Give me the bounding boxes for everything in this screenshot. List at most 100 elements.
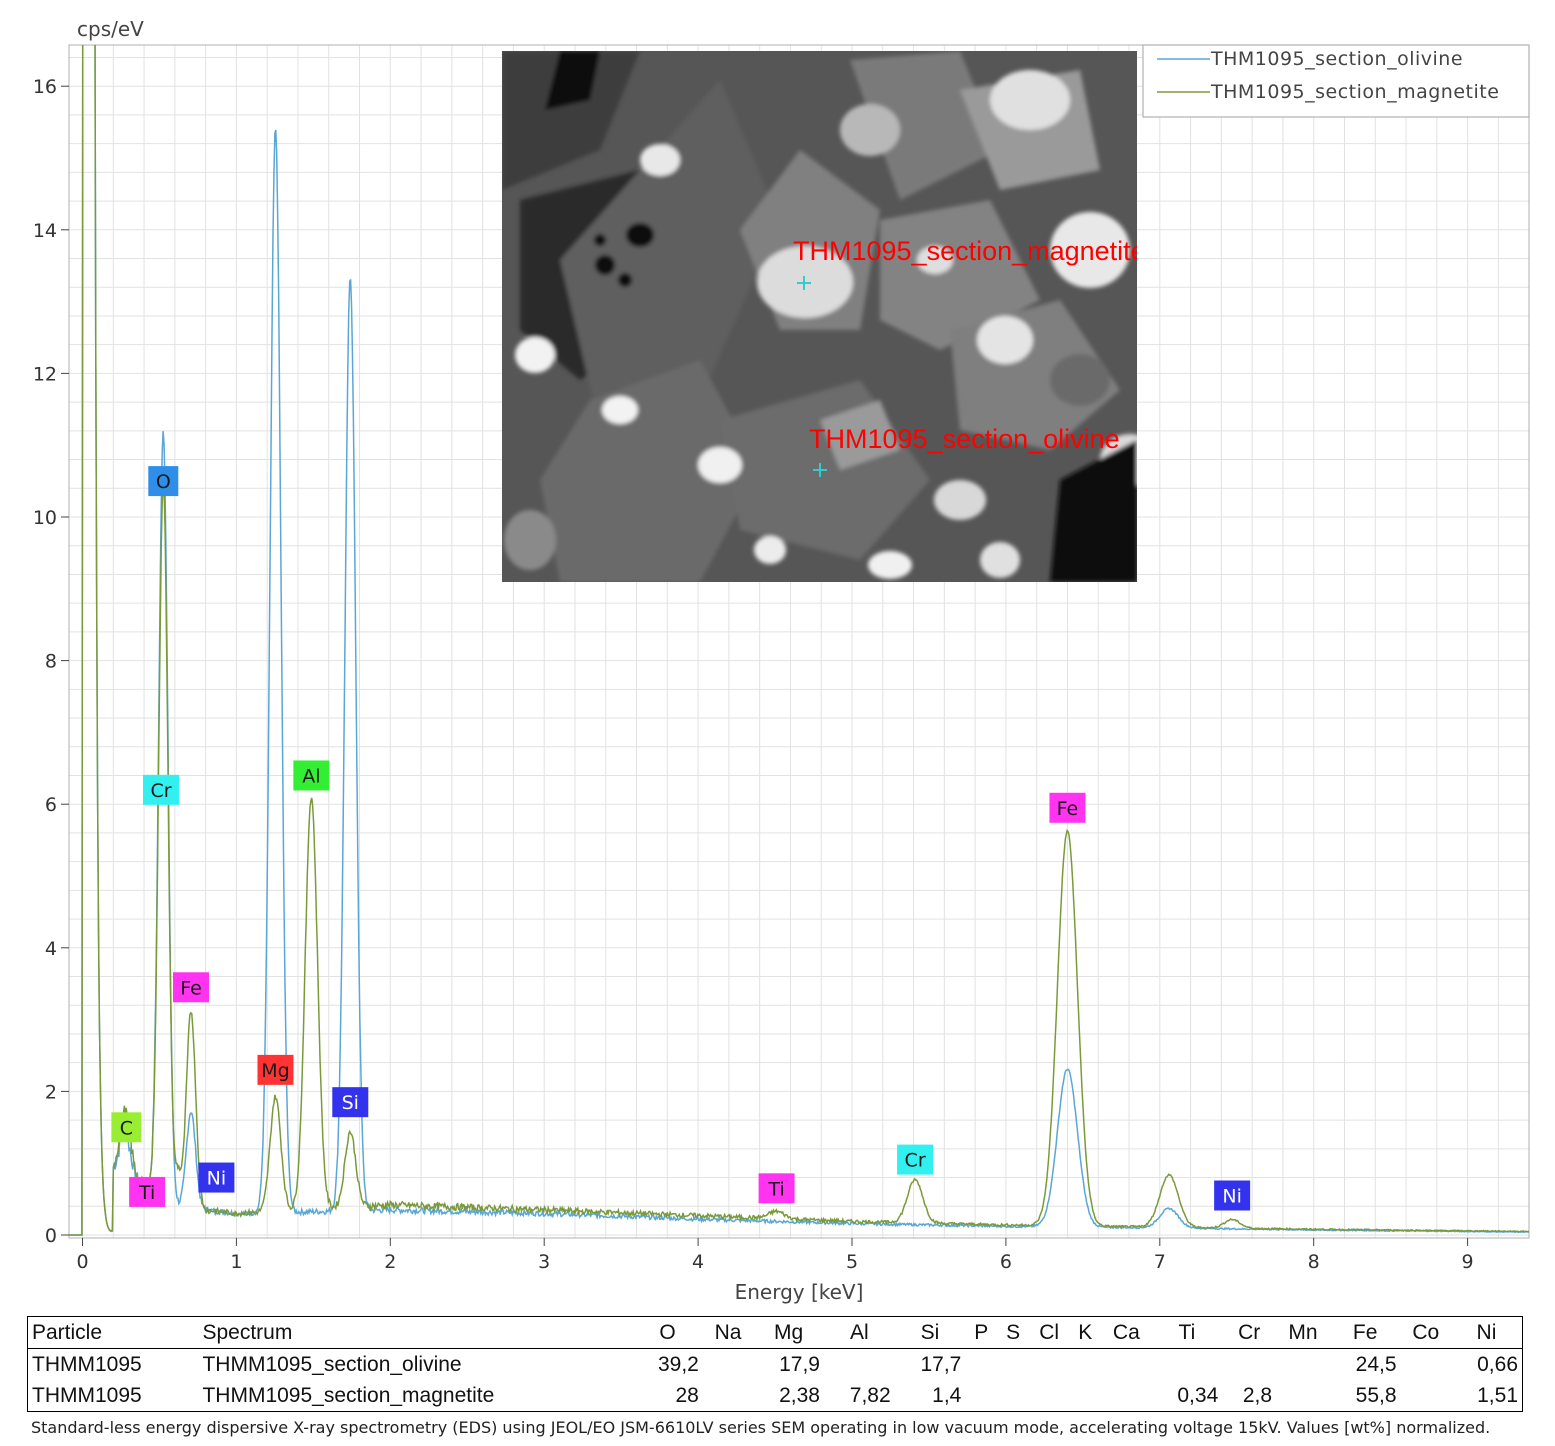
table-header-cell: Ni (1476, 1320, 1497, 1344)
composition-table: Particle Spectrum O Na Mg Al Si P S Cl K Ca Ti Cr Mn Fe… (27, 1316, 1523, 1412)
peak-label-ni: Ni (1214, 1180, 1251, 1211)
peak-label-text: Ni (207, 1168, 227, 1190)
table-cell: THMM1095_section_magnetite (202, 1383, 495, 1407)
peak-label-text: Cr (150, 780, 171, 802)
peak-label-c: C (111, 1112, 142, 1143)
table-cell (1276, 1349, 1330, 1381)
table-header-cell: Co (1412, 1320, 1440, 1344)
x-tick-label: 8 (1308, 1251, 1320, 1273)
peak-label-text: Mg (261, 1060, 289, 1082)
legend-label-magnetite: THM1095_section_magnetite (1210, 81, 1499, 103)
table-header-cell: Ti (1178, 1320, 1196, 1344)
table-cell: 2,38 (779, 1383, 820, 1407)
table-cell (1152, 1349, 1223, 1381)
table-header-cell: P (974, 1320, 989, 1344)
table-cell (1401, 1349, 1451, 1381)
table-cell (824, 1349, 895, 1381)
table-cell (1401, 1380, 1451, 1412)
y-tick-label: 12 (33, 363, 57, 385)
table-header-cell: Na (714, 1320, 742, 1344)
table-header-cell: O (659, 1320, 676, 1344)
table-cell: 24,5 (1355, 1352, 1397, 1376)
table-cell: 7,82 (849, 1383, 891, 1407)
table-cell: 39,2 (657, 1352, 699, 1376)
table-header-cell: Fe (1352, 1320, 1378, 1344)
peak-label-ti: Ti (758, 1173, 795, 1204)
x-tick-label: 3 (538, 1251, 550, 1273)
x-tick-label: 1 (230, 1251, 242, 1273)
table-cell: 55,8 (1355, 1383, 1397, 1407)
table-cell: THMM1095_section_olivine (202, 1352, 462, 1376)
table-cell: 0,34 (1177, 1383, 1219, 1407)
table-cell (703, 1349, 753, 1381)
table-header-cell: Particle (32, 1320, 103, 1344)
table-row: THMM1095 THMM1095_section_olivine 39,2 17,9… (28, 1349, 1523, 1381)
table-cell (1276, 1380, 1330, 1412)
table-header-cell: S (1006, 1320, 1021, 1344)
y-tick-label: 2 (45, 1081, 57, 1103)
peak-label-text: Cr (905, 1150, 926, 1172)
table-header-row: Particle Spectrum O Na Mg Al Si P S Cl K Ca Ti Cr Mn Fe… (27, 1317, 1523, 1349)
peak-label-text: Si (342, 1092, 359, 1114)
sem-micrograph-inset: THM1095_section_magnetite THM1095_sectio… (502, 51, 1137, 582)
peak-label-text: O (156, 471, 171, 493)
y-tick-label: 14 (33, 220, 57, 242)
table-cell: THMM1095 (32, 1383, 142, 1407)
table-header-cell: Spectrum (202, 1320, 293, 1344)
footnote: Standard-less energy dispersive X-ray sp… (31, 1418, 1491, 1437)
table-cell (997, 1349, 1029, 1381)
table-header-cell: K (1078, 1320, 1093, 1344)
table-cell (965, 1380, 997, 1412)
table-header-cell: Mn (1288, 1320, 1318, 1344)
peak-label-mg: Mg (257, 1054, 294, 1085)
table-cell (1029, 1349, 1069, 1381)
x-tick-label: 4 (692, 1251, 704, 1273)
table-cell: 1,4 (932, 1383, 962, 1407)
table-row: THMM1095 THMM1095_section_magnetite 28 2,38… (28, 1380, 1523, 1412)
peak-label-ni: Ni (198, 1162, 235, 1193)
y-tick-label: 0 (45, 1225, 57, 1247)
x-tick-label: 7 (1154, 1251, 1166, 1273)
table-cell (1029, 1380, 1069, 1412)
table-cell (997, 1380, 1029, 1412)
peak-label-text: Ti (138, 1182, 155, 1204)
y-tick-label: 8 (45, 651, 57, 673)
table-body: THMM1095 THMM1095_section_olivine 39,2 17,9… (28, 1349, 1523, 1412)
eds-spectrum-chart: 0 1 2 3 4 5 6 7 8 90246810121416 cps/eV Energy [k… (33, 17, 1530, 1304)
x-tick-label: 9 (1462, 1251, 1474, 1273)
peak-label-ti: Ti (129, 1176, 166, 1207)
table-cell: 17,7 (920, 1352, 962, 1376)
peak-label-text: Fe (1057, 798, 1079, 820)
peak-label-si: Si (332, 1087, 369, 1118)
peak-label-cr: Cr (897, 1144, 934, 1175)
table-header-cell: Cl (1039, 1320, 1060, 1344)
x-tick-label: 2 (384, 1251, 396, 1273)
table-header-cell: Si (920, 1320, 940, 1344)
peak-label-text: Ti (767, 1178, 784, 1200)
legend-label-olivine: THM1095_section_olivine (1210, 48, 1463, 70)
table-cell: 0,66 (1477, 1352, 1518, 1376)
y-tick-label: 6 (45, 794, 57, 816)
y-tick-label: 16 (33, 76, 57, 98)
x-axis-title: Energy [keV] (735, 1280, 864, 1304)
peak-label-text: Fe (180, 977, 202, 999)
x-tick-label: 0 (76, 1251, 88, 1273)
table-cell (965, 1349, 997, 1381)
peak-label-fe: Fe (172, 972, 209, 1003)
table-header-cell: Mg (774, 1320, 804, 1344)
table-cell: 17,9 (779, 1352, 820, 1376)
table-header-cell: Ca (1112, 1320, 1140, 1344)
table-cell (703, 1380, 753, 1412)
peak-label-o: O (148, 466, 179, 497)
table-cell: 28 (675, 1383, 699, 1407)
table-cell (1101, 1349, 1151, 1381)
peak-label-al: Al (293, 760, 330, 791)
table-cell (1069, 1349, 1101, 1381)
table-cell (1069, 1380, 1101, 1412)
table-cell (1222, 1349, 1276, 1381)
olivine-spot-label: THM1095_section_olivine (809, 424, 1120, 454)
legend: THM1095_section_olivine THM1095_section_… (1142, 44, 1530, 118)
y-tick-label: 10 (33, 507, 57, 529)
peak-label-cr: Cr (142, 774, 179, 805)
x-tick-label: 5 (846, 1251, 858, 1273)
